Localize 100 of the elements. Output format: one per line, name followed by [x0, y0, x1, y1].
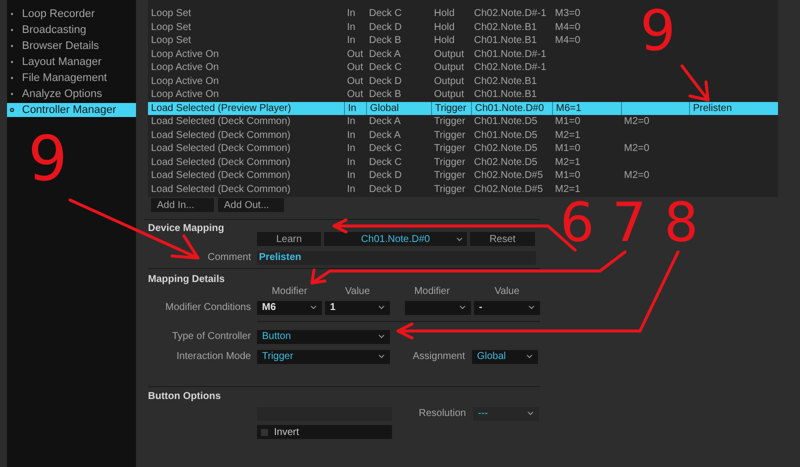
reset-button[interactable]: Reset [470, 232, 535, 246]
table-row-selected[interactable]: Load Selected (Preview Player) In Global Trigger Ch01.Note.D#0 M6=1 Prelisten [148, 102, 778, 115]
table-cell-text: Ch02.Note.D#5 [474, 169, 543, 184]
table-row[interactable]: Loop Active On Out Deck B Output Ch01.Note.B1 [148, 88, 778, 102]
table-cell-text: In [347, 20, 356, 35]
table-cell-text: In [347, 142, 356, 156]
sidebar-item[interactable]: Browser Details [7, 39, 136, 53]
table-row[interactable]: Loop Active On Out Deck D Output Ch02.Note.B1 [148, 74, 778, 88]
table-cell-text: Deck A [369, 128, 401, 143]
chevron-down-icon [459, 305, 466, 310]
assignment-dropdown[interactable]: Global [472, 350, 538, 364]
table-cell-text: Ch02.Note.D5 [474, 156, 538, 170]
chevron-down-icon [310, 305, 317, 310]
column-header: Modifier [414, 285, 450, 299]
action-name: Loop Active On [151, 61, 219, 76]
invert-checkbox[interactable]: Invert [257, 425, 392, 439]
table-cell-text: Ch01.Note.B1 [474, 34, 537, 48]
table-cell-text: Output [434, 48, 464, 62]
table-cell-text: Deck C [369, 142, 402, 156]
table-row[interactable]: Load Selected (Deck Common) In Deck D Trigger Ch02.Note.D#5 M2=1 [148, 182, 778, 196]
table-cell-text: In [347, 34, 356, 48]
action-name: Loop Active On [151, 88, 219, 102]
field-label: Resolution [418, 407, 466, 421]
table-cell-text: M2=0 [624, 169, 650, 184]
table-cell-text: M2=0 [624, 115, 650, 130]
table-row[interactable]: Loop Active On Out Deck C Output Ch02.Note.D#-1 [148, 61, 778, 74]
learn-button[interactable]: Learn [257, 232, 321, 246]
table-cell-text: Trigger [434, 182, 466, 197]
table-cell-text: In [347, 169, 356, 184]
table-cell-text: Trigger [434, 169, 466, 184]
table-cell-text: M6=1 [556, 102, 582, 116]
table-cell-text: Hold [434, 34, 455, 48]
column-header: Modifier [272, 285, 308, 299]
field-label: Comment [208, 251, 251, 265]
chevron-down-icon [528, 305, 535, 310]
table-cell-text: Output [434, 74, 464, 89]
sidebar-item[interactable]: Broadcasting [7, 23, 136, 37]
controller-type-dropdown[interactable]: Button [257, 330, 390, 344]
table-row[interactable]: Load Selected (Deck Common) In Deck A Trigger Ch01.Note.D5 M2=1 [148, 128, 778, 142]
column-header: Value [494, 285, 520, 299]
field-label: Assignment [412, 350, 465, 364]
table-cell-text: Global [370, 102, 399, 116]
value-dropdown[interactable]: - [474, 300, 540, 314]
chevron-down-icon [378, 354, 385, 359]
table-cell-text: Deck D [369, 74, 402, 89]
field-label: Interaction Mode [176, 350, 251, 364]
table-cell-text: M4=0 [555, 20, 580, 35]
table-cell-text: M1=0 [555, 169, 580, 184]
add-in-button[interactable]: Add In... [151, 198, 214, 212]
add-out-button[interactable]: Add Out... [218, 198, 284, 212]
table-cell-text: Prelisten [693, 102, 732, 116]
chevron-down-icon [456, 236, 463, 242]
modifier-dropdown[interactable] [405, 300, 471, 314]
chevron-down-icon [527, 411, 534, 416]
table-row[interactable]: Load Selected (Deck Common) In Deck C Trigger Ch02.Note.D5 M2=1 [148, 156, 778, 169]
table-cell-text: Out [347, 61, 364, 76]
sidebar-item[interactable]: Layout Manager [7, 55, 136, 69]
table-cell-text: Hold [434, 7, 455, 22]
table-cell-text: M4=0 [555, 34, 580, 48]
table-cell-text: Ch01.Note.D5 [474, 128, 538, 143]
table-cell-text: Deck B [369, 34, 402, 48]
table-cell-text: Deck B [369, 88, 402, 102]
action-name: Load Selected (Deck Common) [151, 142, 291, 156]
table-cell-text: Trigger [434, 115, 466, 130]
sidebar-item[interactable]: Controller Manager [7, 103, 136, 117]
table-row[interactable]: Load Selected (Deck Common) In Deck A Trigger Ch01.Note.D5 M1=0 M2=0 [148, 115, 778, 128]
chevron-down-icon [378, 334, 385, 339]
table-cell-text: Out [347, 74, 364, 89]
action-name: Loop Set [151, 7, 192, 22]
table-cell-text: M2=1 [555, 156, 580, 170]
action-name: Load Selected (Deck Common) [151, 128, 291, 143]
table-cell-text: Out [347, 48, 364, 62]
sidebar-item[interactable]: Loop Recorder [7, 7, 136, 21]
table-cell-text: Deck C [369, 7, 402, 22]
sidebar-item[interactable]: File Management [7, 71, 136, 85]
table-cell-text: M2=0 [624, 142, 650, 156]
table-row[interactable]: Load Selected (Deck Common) In Deck C Trigger Ch02.Note.D5 M1=0 M2=0 [148, 142, 778, 156]
sidebar-item[interactable]: Analyze Options [7, 87, 136, 101]
table-cell-text: In [347, 182, 356, 197]
table-cell-text: Ch02.Note.B1 [474, 74, 537, 89]
table-cell-text: M3=0 [555, 7, 580, 22]
field-label: Modifier Conditions [165, 301, 251, 315]
interaction-mode-dropdown[interactable]: Trigger [257, 350, 390, 364]
comment-field[interactable]: Prelisten [257, 250, 536, 264]
table-cell-text: Trigger [434, 142, 466, 156]
table-cell-text: Hold [434, 20, 455, 35]
table-cell-text: In [347, 156, 356, 170]
table-cell-text: Deck C [369, 156, 402, 170]
table-cell-text: Ch02.Note.B1 [474, 20, 537, 35]
table-cell-text: In [348, 102, 356, 116]
action-name: Loop Set [151, 34, 192, 48]
table-row[interactable]: Load Selected (Deck Common) In Deck D Trigger Ch02.Note.D#5 M1=0 M2=0 [148, 169, 778, 182]
table-cell-text: Deck D [369, 20, 402, 35]
chevron-down-icon [378, 305, 385, 310]
resolution-dropdown[interactable]: --- [473, 406, 539, 420]
value-dropdown[interactable]: 1 [325, 300, 390, 314]
modifier-dropdown[interactable]: M6 [257, 300, 322, 314]
table-cell-text: Deck D [369, 169, 402, 184]
note-dropdown[interactable]: Ch01.Note.D#0 [324, 232, 467, 246]
table-cell-text: Ch02.Note.D#-1 [474, 61, 546, 76]
